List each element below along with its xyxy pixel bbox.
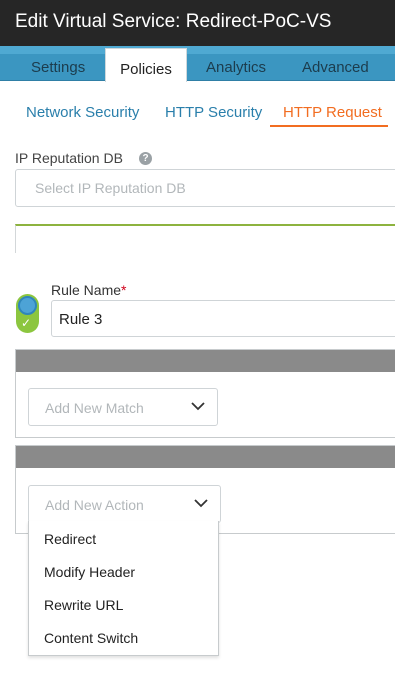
tab-settings[interactable]: Settings — [31, 59, 85, 76]
required-marker: * — [121, 282, 127, 298]
add-new-action-dropdown[interactable]: Add New Action — [28, 485, 221, 523]
check-icon: ✓ — [21, 316, 32, 330]
toggle-knob — [18, 296, 37, 315]
add-new-match-placeholder: Add New Match — [45, 400, 144, 416]
tab-analytics[interactable]: Analytics — [206, 59, 266, 76]
question-circle-icon[interactable]: ? — [139, 152, 152, 165]
menu-item-redirect[interactable]: Redirect — [29, 524, 218, 554]
rule-name-label: Rule Name* — [51, 282, 127, 298]
menu-item-content-switch[interactable]: Content Switch — [29, 623, 218, 653]
add-new-match-dropdown[interactable]: Add New Match — [28, 388, 218, 426]
tab-advanced[interactable]: Advanced — [302, 59, 369, 76]
menu-item-modify-header[interactable]: Modify Header — [29, 557, 218, 587]
menu-item-rewrite-url[interactable]: Rewrite URL — [29, 590, 218, 620]
title-bar: Edit Virtual Service: Redirect-PoC-VS — [0, 0, 395, 46]
chevron-down-icon — [194, 499, 208, 508]
section-divider — [15, 224, 395, 253]
rule-enable-toggle[interactable]: ✓ — [16, 294, 39, 333]
chevron-down-icon — [191, 402, 205, 411]
match-panel-header — [16, 350, 395, 372]
ip-reputation-label: IP Reputation DB — [15, 150, 123, 166]
subtab-network-security[interactable]: Network Security — [26, 104, 139, 121]
subtab-http-security[interactable]: HTTP Security — [165, 104, 262, 121]
policy-subtabs: Network Security HTTP Security HTTP Requ… — [0, 96, 395, 130]
add-new-action-placeholder: Add New Action — [45, 497, 144, 513]
action-panel-header — [16, 446, 395, 468]
tab-policies[interactable]: Policies — [105, 48, 187, 82]
subtab-http-request[interactable]: HTTP Request — [283, 104, 382, 121]
ip-reputation-placeholder: Select IP Reputation DB — [35, 180, 186, 196]
ip-reputation-select[interactable]: Select IP Reputation DB — [15, 169, 395, 207]
rule-name-value: Rule 3 — [59, 311, 103, 328]
window-title: Edit Virtual Service: Redirect-PoC-VS — [15, 11, 332, 32]
main-tab-bar: Settings Policies Analytics Advanced — [0, 46, 395, 82]
action-options-menu: Redirect Modify Header Rewrite URL Conte… — [28, 521, 219, 656]
active-subtab-underline — [270, 125, 388, 127]
rule-name-input[interactable]: Rule 3 — [51, 300, 395, 337]
